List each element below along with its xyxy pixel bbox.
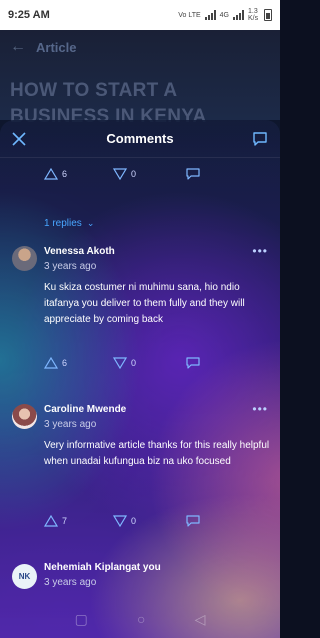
comment-author[interactable]: Nehemiah Kiplangat you (44, 562, 161, 573)
dislike-triangle-icon (113, 357, 128, 369)
comments-sheet-header: Comments (0, 120, 280, 158)
system-nav-bar: ▢ ○ ◁ (0, 600, 280, 638)
replies-label: 1 replies (44, 218, 82, 229)
comment-author[interactable]: Venessa Akoth (44, 246, 115, 257)
comment-time: 3 years ago (44, 419, 97, 430)
dislike-count: 0 (131, 358, 137, 368)
comments-sheet: Comments 6 0 1 replies ⌄ Venessa Akoth 3… (0, 120, 280, 638)
replies-toggle[interactable]: 1 replies ⌄ (44, 218, 94, 229)
like-button[interactable]: 7 (44, 515, 67, 527)
status-time: 9:25 AM (8, 9, 50, 21)
comment-time: 3 years ago (44, 577, 97, 588)
avatar[interactable] (12, 246, 37, 271)
dislike-count: 0 (131, 169, 137, 179)
reply-button[interactable] (186, 515, 200, 527)
back-icon[interactable]: ◁ (195, 611, 206, 628)
comment-author[interactable]: Caroline Mwende (44, 404, 126, 415)
dislike-button[interactable]: 0 (113, 515, 136, 527)
comments-title: Comments (106, 131, 174, 146)
like-count: 6 (62, 358, 68, 368)
recent-apps-icon[interactable]: ▢ (75, 611, 88, 628)
reply-icon (186, 168, 200, 180)
reply-icon (186, 357, 200, 369)
dislike-triangle-icon (113, 515, 128, 527)
chevron-down-icon: ⌄ (86, 218, 95, 228)
avatar[interactable] (12, 404, 37, 429)
back-arrow-icon[interactable]: ← (10, 38, 26, 56)
status-bar: 9:25 AM Vo LTE 4G 1.3 K/s (0, 0, 280, 30)
like-count: 7 (62, 516, 68, 526)
comment-actions: 6 0 (44, 357, 200, 369)
network-type-label: 4G (219, 11, 229, 19)
close-icon[interactable] (12, 132, 26, 146)
more-options-icon[interactable]: ••• (252, 402, 268, 416)
like-count: 6 (62, 169, 68, 179)
dislike-button[interactable]: 0 (113, 357, 136, 369)
dislike-button[interactable]: 0 (113, 168, 136, 180)
article-header-area: ← Article HOW TO START A BUSINESS IN KEN… (0, 30, 280, 127)
home-icon[interactable]: ○ (137, 611, 145, 627)
comment-text: Ku skiza costumer ni muhimu sana, hio nd… (44, 282, 245, 325)
like-triangle-icon (44, 515, 58, 527)
battery-icon (264, 9, 272, 21)
reply-button[interactable] (186, 357, 200, 369)
comment-time: 3 years ago (44, 261, 97, 272)
more-options-icon[interactable]: ••• (252, 244, 268, 258)
signal-icon (204, 10, 216, 20)
comment-actions: 7 0 (44, 515, 200, 527)
dislike-count: 0 (131, 516, 137, 526)
parent-comment-actions: 6 0 (44, 168, 200, 180)
reply-icon (186, 515, 200, 527)
like-triangle-icon (44, 168, 58, 180)
dislike-triangle-icon (113, 168, 128, 180)
comment-text: Very informative article thanks for this… (44, 440, 270, 467)
article-header-label: Article (36, 39, 77, 55)
comment-compose-icon[interactable] (252, 131, 268, 147)
reply-button[interactable] (186, 168, 200, 180)
volte-label: Vo LTE (178, 11, 201, 19)
status-icons: Vo LTE 4G 1.3 K/s (178, 8, 272, 22)
signal-icon-2 (233, 10, 244, 20)
like-button[interactable]: 6 (44, 168, 67, 180)
like-button[interactable]: 6 (44, 357, 67, 369)
speed-label: 1.3 K/s (248, 8, 259, 22)
like-triangle-icon (44, 357, 58, 369)
avatar[interactable]: NK (12, 564, 37, 589)
